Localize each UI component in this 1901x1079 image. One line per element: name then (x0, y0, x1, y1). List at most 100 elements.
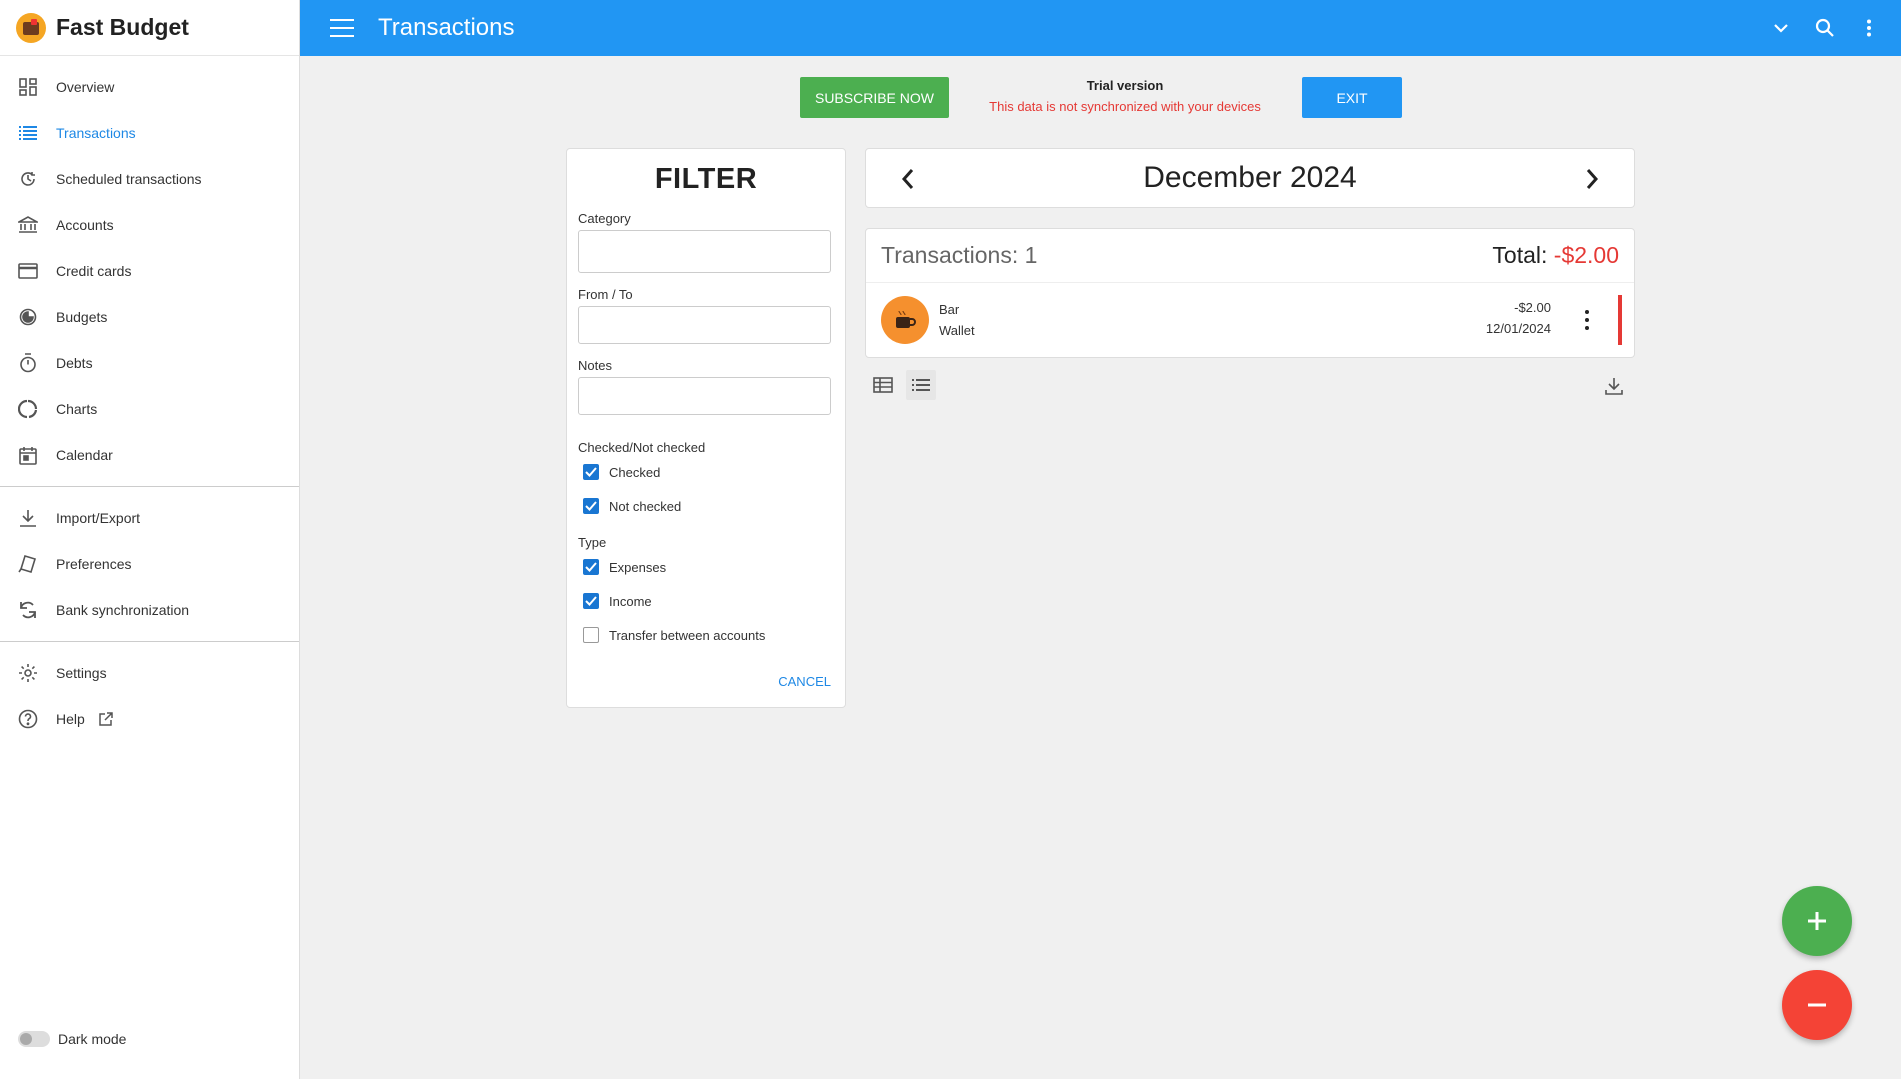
sidebar-divider (0, 486, 299, 487)
preferences-icon (18, 554, 38, 574)
sidebar-item-label: Scheduled transactions (56, 171, 202, 187)
sidebar-item-settings[interactable]: Settings (0, 650, 299, 696)
more-vert-icon[interactable] (1584, 310, 1590, 330)
budget-icon (18, 307, 38, 327)
sidebar-item-label: Credit cards (56, 263, 132, 279)
notes-field[interactable] (578, 377, 831, 415)
sync-icon (18, 600, 38, 620)
download-icon (18, 508, 38, 528)
sidebar-item-accounts[interactable]: Accounts (0, 202, 299, 248)
toggle-switch[interactable] (18, 1031, 50, 1047)
type-section-label: Type (578, 535, 607, 550)
transaction-amount-date: -$2.00 12/01/2024 (1486, 297, 1551, 339)
transactions-count: Transactions: 1 (881, 242, 1038, 268)
timer-icon (18, 353, 38, 373)
dark-mode-toggle[interactable]: Dark mode (18, 1031, 126, 1047)
income-label: Income (609, 593, 652, 609)
sidebar-item-help[interactable]: Help (0, 696, 299, 742)
chart-ring-icon (18, 399, 38, 419)
expenses-label: Expenses (609, 559, 667, 575)
add-income-fab[interactable] (1782, 886, 1852, 956)
top-actions (1747, 0, 1879, 56)
top-app-bar: Transactions (300, 0, 1901, 56)
month-navigator: December 2024 (865, 148, 1635, 208)
page-title: Transactions (378, 14, 515, 41)
schedule-icon (18, 169, 38, 189)
income-checkbox-row[interactable]: Income (578, 584, 834, 618)
checked-checkbox-row[interactable]: Checked (578, 455, 834, 489)
notes-label: Notes (578, 358, 612, 373)
sidebar-item-charts[interactable]: Charts (0, 386, 299, 432)
transaction-names: Bar Wallet (939, 299, 975, 341)
sidebar-item-preferences[interactable]: Preferences (0, 541, 299, 587)
exit-button[interactable]: EXIT (1302, 77, 1402, 118)
external-link-icon (99, 712, 113, 726)
sidebar-item-budgets[interactable]: Budgets (0, 294, 299, 340)
not-checked-label: Not checked (609, 498, 682, 514)
list-icon (18, 123, 38, 143)
expenses-checkbox[interactable] (583, 559, 599, 575)
sidebar-item-label: Preferences (56, 556, 132, 572)
transactions-total: Total: -$2.00 (1492, 242, 1619, 269)
chevron-right-icon[interactable] (1578, 165, 1606, 193)
sidebar-item-import-export[interactable]: Import/Export (0, 495, 299, 541)
chevron-down-icon[interactable] (1771, 18, 1791, 38)
not-checked-checkbox-row[interactable]: Not checked (578, 489, 834, 523)
checked-checkbox[interactable] (583, 464, 599, 480)
sidebar-item-label: Transactions (56, 125, 136, 141)
more-vert-icon[interactable] (1859, 18, 1879, 38)
sidebar-item-bank-synchronization[interactable]: Bank synchronization (0, 587, 299, 633)
sidebar-item-label: Accounts (56, 217, 114, 233)
view-mode-toolbar (868, 370, 944, 400)
transfer-checkbox-row[interactable]: Transfer between accounts (578, 618, 834, 652)
bank-icon (18, 215, 38, 235)
sidebar-item-calendar[interactable]: Calendar (0, 432, 299, 478)
add-expense-fab[interactable] (1782, 970, 1852, 1040)
transfer-checkbox[interactable] (583, 627, 599, 643)
subscribe-now-button[interactable]: SUBSCRIBE NOW (800, 77, 949, 118)
search-icon[interactable] (1815, 18, 1835, 38)
cancel-button[interactable]: CANCEL (778, 674, 831, 689)
transaction-category: Bar (939, 302, 960, 317)
sidebar-item-overview[interactable]: Overview (0, 64, 299, 110)
checked-label: Checked (609, 464, 661, 480)
sidebar-item-credit-cards[interactable]: Credit cards (0, 248, 299, 294)
dark-mode-label: Dark mode (58, 1031, 127, 1047)
help-icon (18, 709, 38, 729)
app-name: Fast Budget (56, 14, 189, 40)
expense-indicator-bar (1618, 295, 1622, 345)
filter-title: FILTER (654, 163, 758, 195)
sidebar-item-label: Debts (56, 355, 93, 371)
calendar-icon (18, 445, 38, 465)
brand: Fast Budget (0, 0, 299, 56)
month-label: December 2024 (1143, 161, 1357, 194)
transfer-label: Transfer between accounts (609, 627, 766, 643)
sidebar-item-scheduled-transactions[interactable]: Scheduled transactions (0, 156, 299, 202)
sidebar-item-label: Calendar (56, 447, 113, 463)
dashboard-icon (18, 77, 38, 97)
chevron-left-icon[interactable] (894, 165, 922, 193)
sidebar-item-label: Charts (56, 401, 98, 417)
not-checked-checkbox[interactable] (583, 498, 599, 514)
sidebar-item-label: Overview (56, 79, 115, 95)
sidebar-item-transactions[interactable]: Transactions (0, 110, 299, 156)
table-view-icon[interactable] (868, 370, 898, 400)
credit-card-icon (18, 261, 38, 281)
transaction-row[interactable]: Bar Wallet -$2.00 12/01/2024 (866, 283, 1634, 357)
category-label: Category (578, 211, 631, 226)
income-checkbox[interactable] (583, 593, 599, 609)
app-logo-icon (16, 12, 46, 43)
checked-section-label: Checked/Not checked (578, 440, 706, 455)
transactions-card: Transactions: 1 Total: -$2.00 Bar Wallet… (865, 228, 1635, 358)
transactions-header: Transactions: 1 Total: -$2.00 (866, 229, 1634, 283)
expenses-checkbox-row[interactable]: Expenses (578, 550, 834, 584)
category-field[interactable] (578, 230, 831, 273)
from-to-field[interactable] (578, 306, 831, 344)
list-view-icon[interactable] (906, 370, 936, 400)
download-icon[interactable] (1600, 372, 1628, 400)
sidebar-item-label: Import/Export (56, 510, 141, 526)
sidebar-item-label: Settings (56, 665, 107, 681)
sidebar-item-debts[interactable]: Debts (0, 340, 299, 386)
sidebar-divider (0, 641, 299, 642)
hamburger-menu-icon[interactable] (330, 19, 354, 37)
